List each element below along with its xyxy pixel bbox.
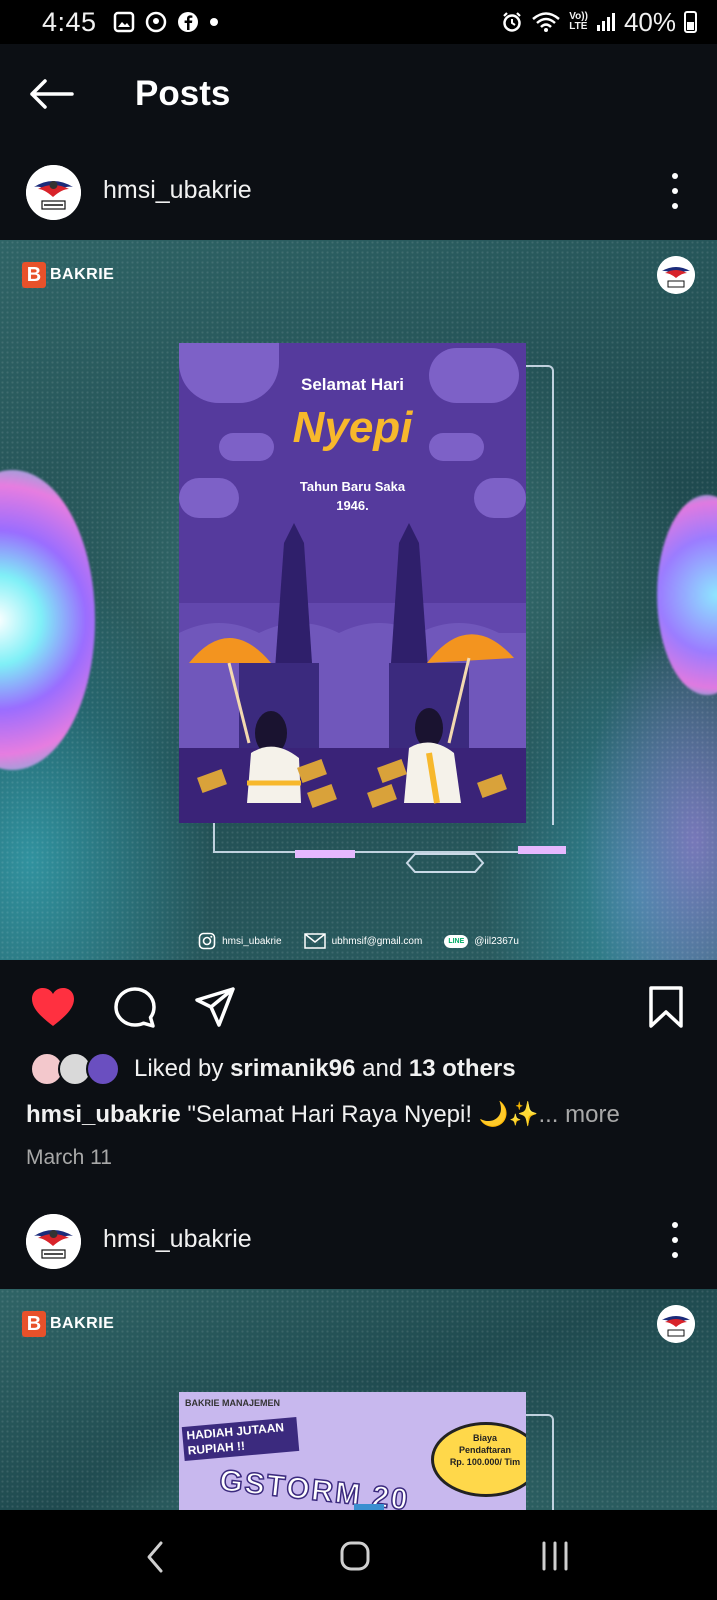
status-time: 4:45: [42, 6, 97, 37]
post-date: March 11: [26, 1146, 112, 1169]
contact-row: hmsi_ubakrie ubhmsif@gmail.com LINE @iil…: [0, 932, 717, 950]
nyepi-poster: Selamat Hari Nyepi Tahun Baru Saka 1946.: [179, 343, 526, 823]
hmsi-logo-icon: [26, 165, 81, 220]
bookmark-icon[interactable]: [648, 986, 684, 1028]
likes-and: and: [362, 1055, 403, 1082]
nav-back-icon[interactable]: [145, 1540, 165, 1574]
line-icon: LINE: [444, 934, 469, 948]
system-nav-bar: [0, 1510, 717, 1600]
post-header: hmsi_ubakrie: [0, 1193, 717, 1289]
likes-user[interactable]: srimanik96: [230, 1055, 355, 1082]
nav-home-icon[interactable]: [339, 1540, 371, 1572]
line-icon-label: LINE: [448, 937, 465, 945]
likes-row[interactable]: Liked by srimanik96 and 13 others: [30, 1052, 516, 1086]
hmsi-badge-icon: [657, 1305, 695, 1343]
volte-bottom-label: LTE: [569, 21, 588, 32]
page-title: Posts: [135, 74, 231, 113]
bakrie-logo-text: BAKRIE: [50, 266, 115, 283]
poster2-header: BAKRIE MANAJEMEN: [185, 1398, 281, 1408]
back-arrow-icon[interactable]: [28, 78, 74, 110]
post-header: hmsi_ubakrie: [0, 144, 717, 240]
caption-username[interactable]: hmsi_ubakrie: [26, 1101, 181, 1128]
contact-email: ubhmsif@gmail.com: [303, 933, 423, 949]
holographic-blob: [0, 470, 95, 770]
facebook-icon: [177, 12, 198, 32]
status-bar: 4:45 Vo)) LTE 40%: [0, 0, 717, 44]
contact-instagram-text: hmsi_ubakrie: [222, 935, 282, 947]
nav-recents-icon[interactable]: [540, 1540, 570, 1572]
post-action-bar: [0, 960, 717, 1040]
poster2-fee: Biaya Pendaftaran Rp. 100.000/ Tim: [445, 1432, 525, 1468]
contact-line: LINE @iil2367u: [444, 934, 519, 948]
poster2-fee-line3: Rp. 100.000/ Tim: [449, 1457, 521, 1467]
contact-line-text: @iil2367u: [474, 935, 519, 947]
likes-prefix: Liked by: [134, 1055, 224, 1082]
poster-line1: Selamat Hari: [301, 375, 404, 394]
post-caption: hmsi_ubakrie "Selamat Hari Raya Nyepi! 🌙…: [26, 1100, 620, 1129]
post-image[interactable]: B BAKRIE Selamat Hari Nyepi Tahun Baru S…: [0, 240, 717, 960]
avatar[interactable]: [26, 1214, 81, 1269]
poster-title: Nyepi: [292, 403, 413, 452]
bagstorm-poster: BAKRIE MANAJEMEN HADIAH JUTAAN RUPIAH !!…: [179, 1392, 526, 1510]
post-username[interactable]: hmsi_ubakrie: [103, 1225, 252, 1254]
post-username[interactable]: hmsi_ubakrie: [103, 176, 252, 205]
bakrie-logo: B BAKRIE: [22, 1311, 114, 1337]
temple-illustration: [179, 523, 526, 823]
wifi-icon: [532, 12, 561, 32]
hmsi-logo-icon: [26, 1214, 81, 1269]
holographic-blob: [657, 495, 717, 695]
like-heart-icon[interactable]: [30, 986, 76, 1028]
comment-icon[interactable]: [113, 986, 157, 1030]
mail-icon: [303, 933, 326, 949]
poster2-fee-line1: Biaya: [472, 1433, 498, 1443]
dot-icon: [209, 18, 218, 26]
frame-decoration: [213, 823, 543, 853]
frame-hexagon: [405, 853, 485, 873]
signal-icon: [596, 13, 615, 31]
bakrie-logo-mark: B: [22, 1311, 46, 1337]
volte-icon: Vo)) LTE: [569, 12, 588, 32]
location-icon: [145, 11, 166, 33]
liker-avatars: [30, 1052, 122, 1086]
alarm-icon: [503, 12, 522, 32]
contact-instagram: hmsi_ubakrie: [198, 932, 282, 950]
battery-icon: [684, 11, 697, 33]
likes-others[interactable]: 13 others: [409, 1055, 516, 1082]
bakrie-logo-mark: B: [22, 262, 46, 288]
contact-email-text: ubhmsif@gmail.com: [331, 935, 423, 947]
post-image[interactable]: B BAKRIE BAKRIE MANAJEMEN HADIAH JUTAAN …: [0, 1289, 717, 1510]
battery-percent: 40%: [623, 6, 676, 37]
more-options-icon[interactable]: [669, 1222, 681, 1258]
poster2-fee-line2: Pendaftaran: [458, 1445, 511, 1455]
hmsi-badge-icon: [657, 256, 695, 294]
caption-text: "Selamat Hari Raya Nyepi! 🌙✨: [187, 1101, 539, 1128]
more-options-icon[interactable]: [669, 173, 681, 209]
bakrie-logo-text: BAKRIE: [50, 1315, 115, 1332]
avatar[interactable]: [26, 165, 81, 220]
likes-text: Liked by srimanik96 and 13 others: [134, 1055, 516, 1083]
frame-accent: [518, 846, 566, 854]
liker-avatar: [86, 1052, 120, 1086]
frame-accent: [295, 850, 355, 858]
gallery-icon: [113, 11, 134, 33]
instagram-icon: [198, 932, 216, 950]
app-header: Posts: [0, 44, 717, 144]
bakrie-logo: B BAKRIE: [22, 262, 114, 288]
poster-line3: Tahun Baru Saka: [299, 479, 406, 494]
caption-more-link[interactable]: ... more: [538, 1101, 619, 1128]
share-icon[interactable]: [194, 986, 236, 1028]
poster2-prize: HADIAH JUTAAN RUPIAH !!: [181, 1417, 300, 1461]
